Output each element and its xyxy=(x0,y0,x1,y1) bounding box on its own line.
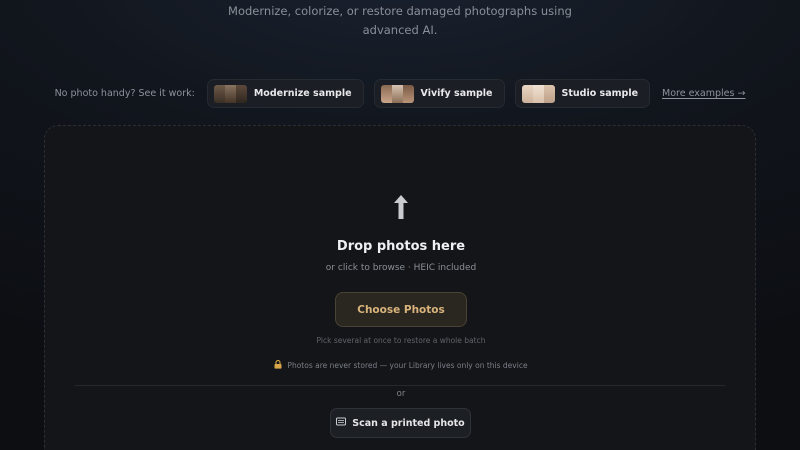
vivify-sample-label: Vivify sample xyxy=(420,88,493,99)
modernize-sample-label: Modernize sample xyxy=(253,88,352,99)
dropzone-subtitle: or click to browse · HEIC included xyxy=(325,263,477,273)
more-examples-link[interactable]: More examples → xyxy=(662,88,745,99)
thumbnail-vivify-icon xyxy=(380,84,414,103)
thumbnail-modernize-icon xyxy=(213,84,247,103)
privacy-note: Photos are never stored — your Library l… xyxy=(45,360,757,371)
vivify-sample-button[interactable]: Vivify sample xyxy=(373,79,505,108)
studio-sample-button[interactable]: Studio sample xyxy=(514,79,651,108)
sample-bar-lead: No photo handy? See it work: xyxy=(54,88,195,99)
hero-subtitle: Modernize, colorize, or restore damaged … xyxy=(0,2,800,40)
modernize-sample-button[interactable]: Modernize sample xyxy=(206,79,364,108)
divider xyxy=(75,385,725,386)
studio-sample-label: Studio sample xyxy=(561,88,639,99)
batch-hint: Pick several at once to restore a whole … xyxy=(316,336,486,345)
choose-photos-button[interactable]: Choose Photos xyxy=(335,292,467,327)
dropzone-title: Drop photos here xyxy=(336,239,466,254)
thumbnail-studio-icon xyxy=(521,84,555,103)
scan-printed-photo-button[interactable]: Scan a printed photo xyxy=(330,408,471,438)
lock-icon xyxy=(274,360,282,371)
photo-dropzone[interactable]: Drop photos here or click to browse · HE… xyxy=(44,125,756,450)
hero-subtitle-line-1: Modernize, colorize, or restore damaged … xyxy=(228,4,572,18)
scan-button-label: Scan a printed photo xyxy=(352,417,465,429)
or-separator: or xyxy=(396,389,406,399)
hero-subtitle-line-2: advanced AI. xyxy=(362,23,438,37)
restore-page: Modernize, colorize, or restore damaged … xyxy=(0,0,800,450)
scanner-icon xyxy=(336,417,347,429)
upload-arrow-icon xyxy=(45,194,757,224)
privacy-text: Photos are never stored — your Library l… xyxy=(287,361,528,370)
sample-bar: No photo handy? See it work: Modernize s… xyxy=(0,79,800,108)
